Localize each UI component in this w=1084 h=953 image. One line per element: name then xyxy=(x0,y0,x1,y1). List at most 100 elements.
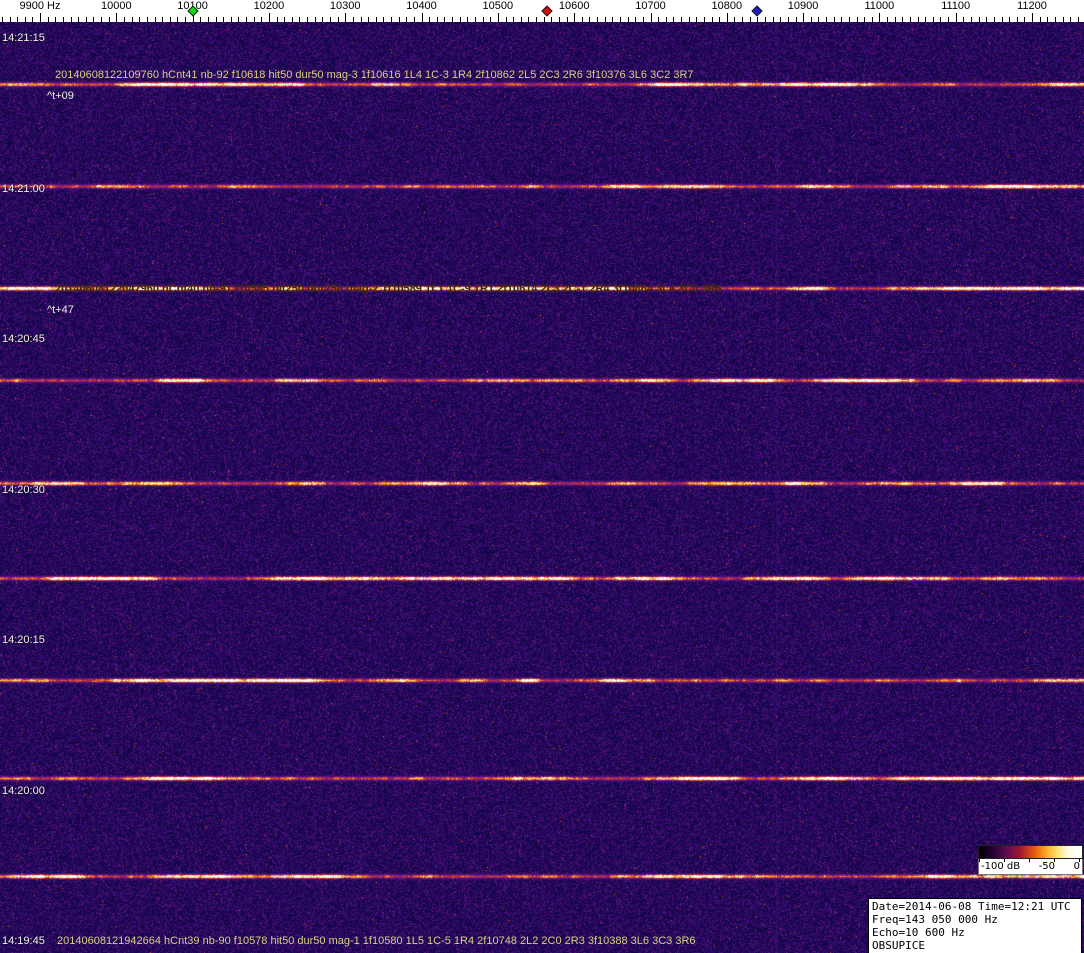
ruler-tick xyxy=(787,17,789,22)
ruler-tick xyxy=(810,17,812,22)
ruler-tick xyxy=(505,17,507,22)
ruler-tick xyxy=(772,17,774,22)
freq-tick-label: 11000 xyxy=(864,0,895,12)
ruler-tick xyxy=(826,17,827,22)
ruler-tick xyxy=(1024,17,1026,22)
ruler-tick xyxy=(978,17,980,22)
ruler-tick xyxy=(589,17,591,22)
ruler-tick xyxy=(955,13,957,22)
ruler-tick xyxy=(78,17,80,22)
ruler-tick xyxy=(665,17,667,22)
colorbar-legend: -100 dB -50 0 xyxy=(978,845,1083,875)
ruler-tick xyxy=(40,13,41,22)
ruler-tick xyxy=(32,17,34,22)
ruler-tick xyxy=(17,17,19,22)
ruler-tick xyxy=(459,17,461,22)
ruler-tick xyxy=(856,17,858,22)
ruler-tick xyxy=(719,17,721,22)
ruler-tick xyxy=(406,17,408,22)
colorbar-min-label: -100 dB xyxy=(981,861,1021,872)
ruler-tick xyxy=(276,17,278,22)
ruler-tick xyxy=(337,17,339,22)
freq-tick-label: 10600 xyxy=(558,0,590,12)
observation-info-box: Date=2014-06-08 Time=12:21 UTC Freq=143 … xyxy=(868,898,1082,953)
ruler-tick xyxy=(131,17,133,22)
ruler-tick xyxy=(887,17,888,22)
ruler-tick xyxy=(352,17,354,22)
ruler-tick xyxy=(574,13,576,22)
ruler-tick xyxy=(528,17,530,22)
ruler-tick xyxy=(85,17,87,22)
ruler-tick xyxy=(261,17,263,22)
time-tick-label: 14:19:45 xyxy=(2,935,45,947)
ruler-tick xyxy=(658,17,660,22)
ruler-tick xyxy=(299,17,301,22)
detection-offset-label: ^t+09 xyxy=(47,90,74,102)
frequency-ruler[interactable]: 9900 Hz100001010010200103001040010500106… xyxy=(0,0,1084,22)
ruler-tick xyxy=(62,17,64,22)
ruler-tick xyxy=(1077,17,1079,22)
ruler-tick xyxy=(909,17,911,22)
colorbar-gradient xyxy=(978,845,1083,859)
ruler-tick xyxy=(123,17,125,22)
ruler-tick xyxy=(70,17,72,22)
ruler-tick xyxy=(169,17,171,22)
freq-tick-label: 11200 xyxy=(1017,0,1047,12)
ruler-tick xyxy=(436,17,438,22)
ruler-tick xyxy=(513,17,515,22)
ruler-tick xyxy=(162,17,164,22)
time-tick-label: 14:20:45 xyxy=(2,333,45,345)
time-tick-label: 14:21:15 xyxy=(2,32,45,44)
ruler-tick xyxy=(848,17,850,22)
ruler-tick xyxy=(375,17,377,22)
ruler-tick xyxy=(497,13,499,22)
ruler-tick xyxy=(391,17,392,22)
ruler-tick xyxy=(536,17,537,22)
ruler-tick xyxy=(314,17,316,22)
ruler-tick xyxy=(635,17,637,22)
ruler-tick xyxy=(398,17,400,22)
freq-tick-label: 10800 xyxy=(711,0,743,12)
ruler-tick xyxy=(558,17,560,22)
freq-tick-label: 10500 xyxy=(482,0,514,12)
info-date-time: Date=2014-06-08 Time=12:21 UTC xyxy=(872,900,1071,913)
ruler-tick xyxy=(330,17,331,22)
ruler-tick xyxy=(1039,17,1041,22)
ruler-tick xyxy=(223,17,225,22)
ruler-tick xyxy=(795,17,797,22)
ruler-tick xyxy=(490,17,492,22)
red-diamond-marker[interactable] xyxy=(541,5,554,17)
ruler-tick xyxy=(619,17,621,22)
ruler-tick xyxy=(993,17,995,22)
ruler-tick xyxy=(696,17,698,22)
ruler-tick xyxy=(711,17,713,22)
ruler-tick xyxy=(24,17,26,22)
ruler-tick xyxy=(108,17,110,22)
ruler-tick xyxy=(627,17,629,22)
ruler-tick xyxy=(871,17,873,22)
ruler-tick xyxy=(757,17,759,22)
ruler-tick xyxy=(841,17,843,22)
ruler-tick xyxy=(932,17,934,22)
ruler-tick xyxy=(429,17,431,22)
ruler-tick xyxy=(581,17,583,22)
detection-annotation: 20140608122047960 hCnt40 nb-91 f10585 hi… xyxy=(55,283,722,295)
ruler-tick xyxy=(681,17,682,22)
ruler-tick xyxy=(986,17,988,22)
ruler-tick xyxy=(215,17,217,22)
ruler-tick xyxy=(177,17,179,22)
colorbar-max-label: 0 xyxy=(1073,861,1080,872)
ruler-tick xyxy=(475,17,476,22)
ruler-tick xyxy=(1032,13,1033,22)
ruler-tick xyxy=(253,17,255,22)
ruler-tick xyxy=(1009,17,1011,22)
ruler-tick xyxy=(1070,17,1072,22)
ruler-tick xyxy=(322,17,324,22)
ruler-tick xyxy=(246,17,247,22)
spectrogram-canvas[interactable] xyxy=(0,22,1084,953)
blue-diamond-marker[interactable] xyxy=(751,5,763,17)
ruler-tick xyxy=(917,17,919,22)
ruler-tick xyxy=(650,13,652,22)
ruler-tick xyxy=(482,17,484,22)
ruler-tick xyxy=(864,17,866,22)
